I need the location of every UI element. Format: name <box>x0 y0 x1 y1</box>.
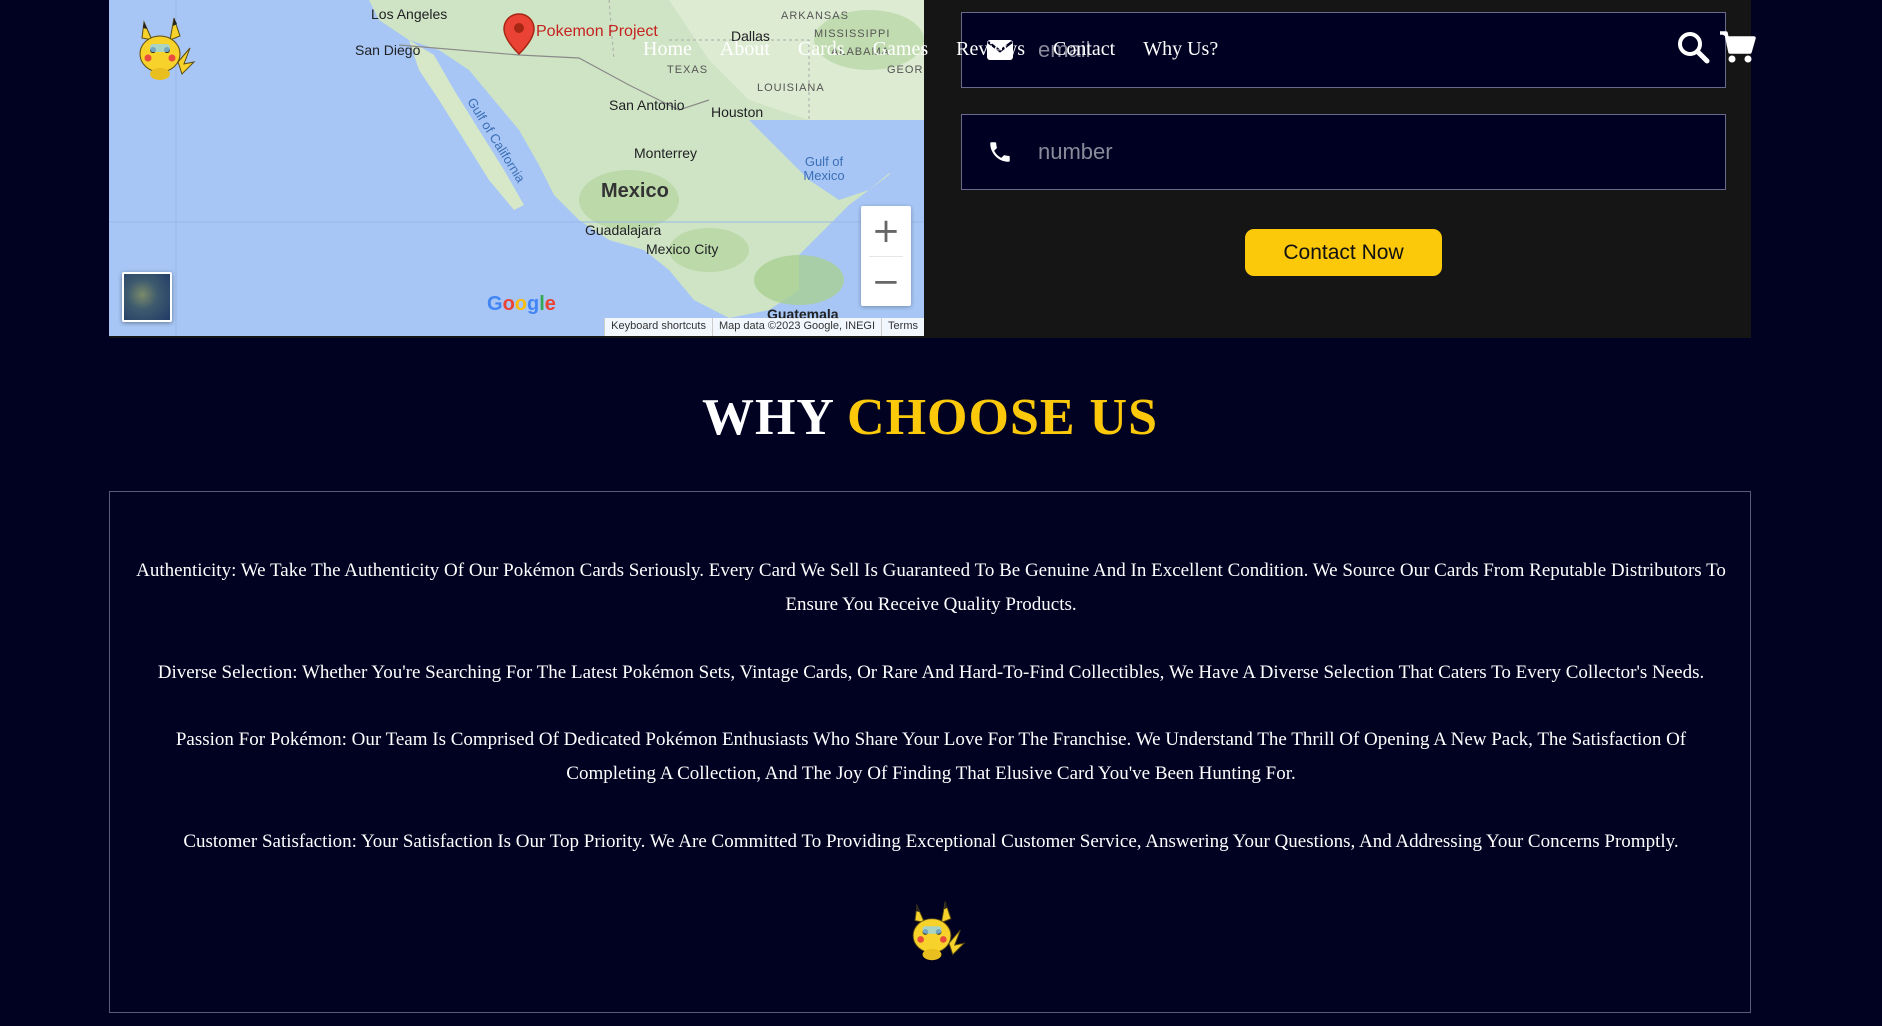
map-state-louisiana: LOUISIANA <box>757 82 825 94</box>
pikachu-logo[interactable] <box>124 12 196 84</box>
why-choose-us-heading: WHY CHOOSE US <box>0 388 1860 447</box>
cart-icon[interactable] <box>1718 30 1756 64</box>
map-state-georgia: GEORG <box>887 64 924 76</box>
map-pin-label[interactable]: Pokemon Project <box>536 23 658 41</box>
nav-games[interactable]: Games <box>873 38 929 61</box>
nav-home[interactable]: Home <box>643 38 692 61</box>
why-point-customer-satisfaction: Customer Satisfaction: Your Satisfaction… <box>183 831 1679 852</box>
heading-white-part: WHY <box>701 389 834 446</box>
why-point-passion: Passion For Pokémon: Our Team Is Compris… <box>175 729 1687 784</box>
contact-now-button[interactable]: Contact Now <box>1245 229 1442 276</box>
map-city-monterrey: Monterrey <box>634 145 698 161</box>
map-state-arkansas: ARKANSAS <box>781 10 849 22</box>
map-water-gulf-of-mexico: Gulf of Mexico <box>803 154 845 183</box>
map-pin-icon[interactable] <box>502 12 536 56</box>
search-icon[interactable] <box>1676 30 1710 64</box>
zoom-out-button[interactable]: − <box>861 257 911 307</box>
map-city-guadalajara: Guadalajara <box>585 222 662 238</box>
zoom-in-button[interactable]: + <box>861 206 911 256</box>
nav-cards[interactable]: Cards <box>798 38 845 61</box>
nav-about[interactable]: About <box>720 38 770 61</box>
pikachu-logo-footer <box>912 901 966 961</box>
main-nav: Home About Cards Games Reviews Contact W… <box>643 38 1218 61</box>
map-zoom-control: + − <box>861 206 911 306</box>
number-field <box>961 114 1726 190</box>
why-point-authenticity: Authenticity: We Take The Authenticity O… <box>136 560 1726 615</box>
map-city-houston: Houston <box>711 104 764 120</box>
number-input[interactable] <box>1038 139 1638 165</box>
map-city-san-antonio: San Antonio <box>609 97 685 113</box>
nav-contact[interactable]: Contact <box>1053 38 1115 61</box>
map-city-mexico-city: Mexico City <box>646 241 719 257</box>
map-data-attribution: Map data ©2023 Google, INEGI <box>711 318 881 336</box>
heading-yellow-part: CHOOSE US <box>847 389 1159 446</box>
google-logo: Google <box>487 293 556 315</box>
map-city-los-angeles: Los Angeles <box>371 6 448 22</box>
nav-why-us[interactable]: Why Us? <box>1143 38 1218 61</box>
why-point-diverse-selection: Diverse Selection: Whether You're Search… <box>157 662 1705 683</box>
map-footer: Keyboard shortcuts Map data ©2023 Google… <box>604 318 924 336</box>
keyboard-shortcuts-link[interactable]: Keyboard shortcuts <box>604 318 712 336</box>
phone-icon <box>962 139 1038 165</box>
map-city-san-diego: San Diego <box>355 42 421 58</box>
why-choose-us-box: Authenticity: We Take The Authenticity O… <box>109 491 1751 1013</box>
map-country-mexico: Mexico <box>601 180 669 202</box>
header-icons <box>1676 30 1756 64</box>
nav-reviews[interactable]: Reviews <box>956 38 1025 61</box>
terms-link[interactable]: Terms <box>881 318 924 336</box>
map-satellite-toggle[interactable] <box>122 272 172 322</box>
map-state-texas: TEXAS <box>667 64 709 76</box>
